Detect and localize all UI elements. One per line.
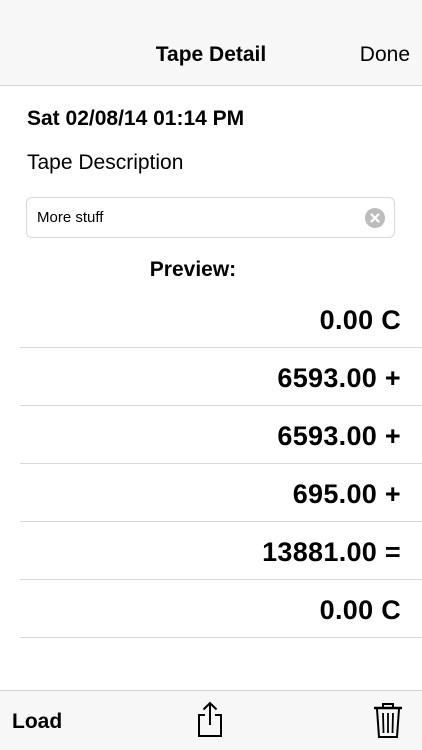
tape-description-label: Tape Description [27, 151, 184, 174]
tape-detail-screen: Tape Detail Done Sat 02/08/14 01:14 PM T… [0, 0, 422, 750]
tape-timestamp: Sat 02/08/14 01:14 PM [27, 107, 245, 130]
nav-bar: Tape Detail Done [0, 0, 422, 86]
done-button[interactable]: Done [360, 43, 410, 67]
preview-label: Preview: [149, 258, 237, 281]
tape-row: 0.00 C [20, 580, 422, 638]
nav-title: Tape Detail [155, 43, 267, 66]
tape-entry: 695.00 + [292, 479, 401, 509]
tape-row: 6593.00 + [20, 348, 422, 406]
tape-row: 13881.00 = [20, 522, 422, 580]
tape-entry: 6593.00 + [277, 363, 401, 393]
tape-description-value: More stuff [37, 209, 104, 226]
tape-description-field[interactable]: More stuff [26, 197, 395, 238]
tape-row: 6593.00 + [20, 406, 422, 464]
tape-row: 695.00 + [20, 464, 422, 522]
share-icon[interactable] [195, 701, 225, 744]
tape-entry: 13881.00 = [262, 537, 401, 567]
tape-row: 0.00 C [20, 290, 422, 348]
clear-icon[interactable] [365, 208, 385, 228]
tape-entry: 0.00 C [319, 595, 401, 625]
tape-preview-list: 0.00 C 6593.00 + 6593.00 + 695.00 + 1388… [20, 290, 422, 638]
bottom-toolbar: Load [0, 690, 422, 750]
tape-entry: 0.00 C [319, 305, 401, 335]
trash-icon[interactable] [372, 702, 404, 745]
load-button[interactable]: Load [12, 710, 62, 734]
tape-entry: 6593.00 + [277, 421, 401, 451]
